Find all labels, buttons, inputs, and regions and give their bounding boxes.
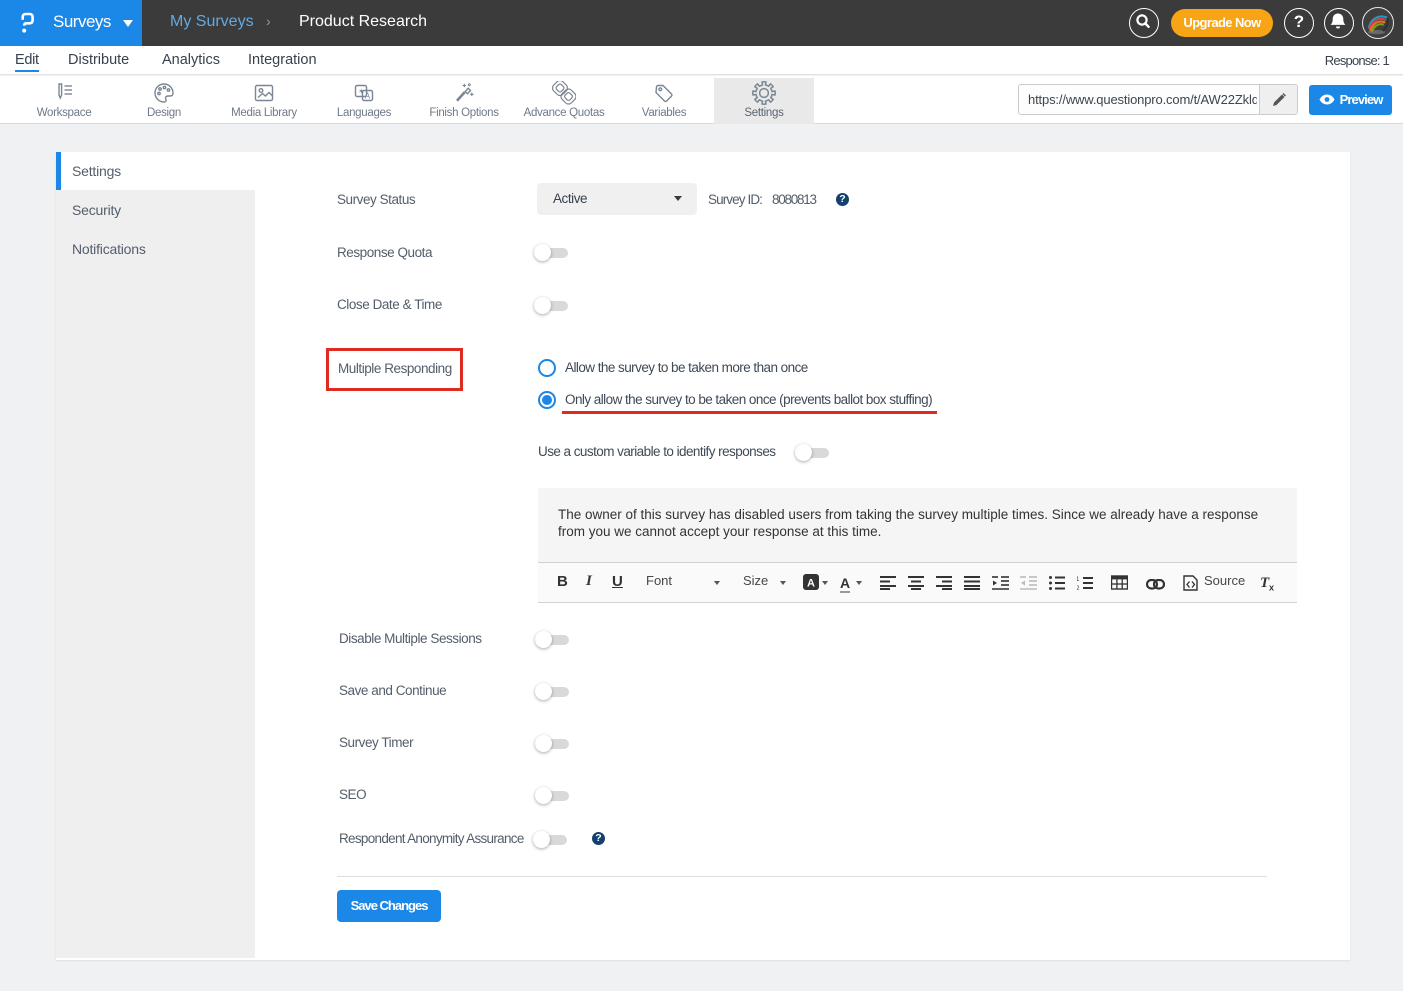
svg-text:✶: ✶ (358, 87, 365, 96)
svg-text:x: x (1269, 583, 1274, 592)
svg-text:1: 1 (1077, 577, 1080, 583)
svg-text:A: A (365, 92, 371, 101)
svg-text:2: 2 (1077, 586, 1080, 590)
svg-text:A: A (807, 578, 815, 590)
